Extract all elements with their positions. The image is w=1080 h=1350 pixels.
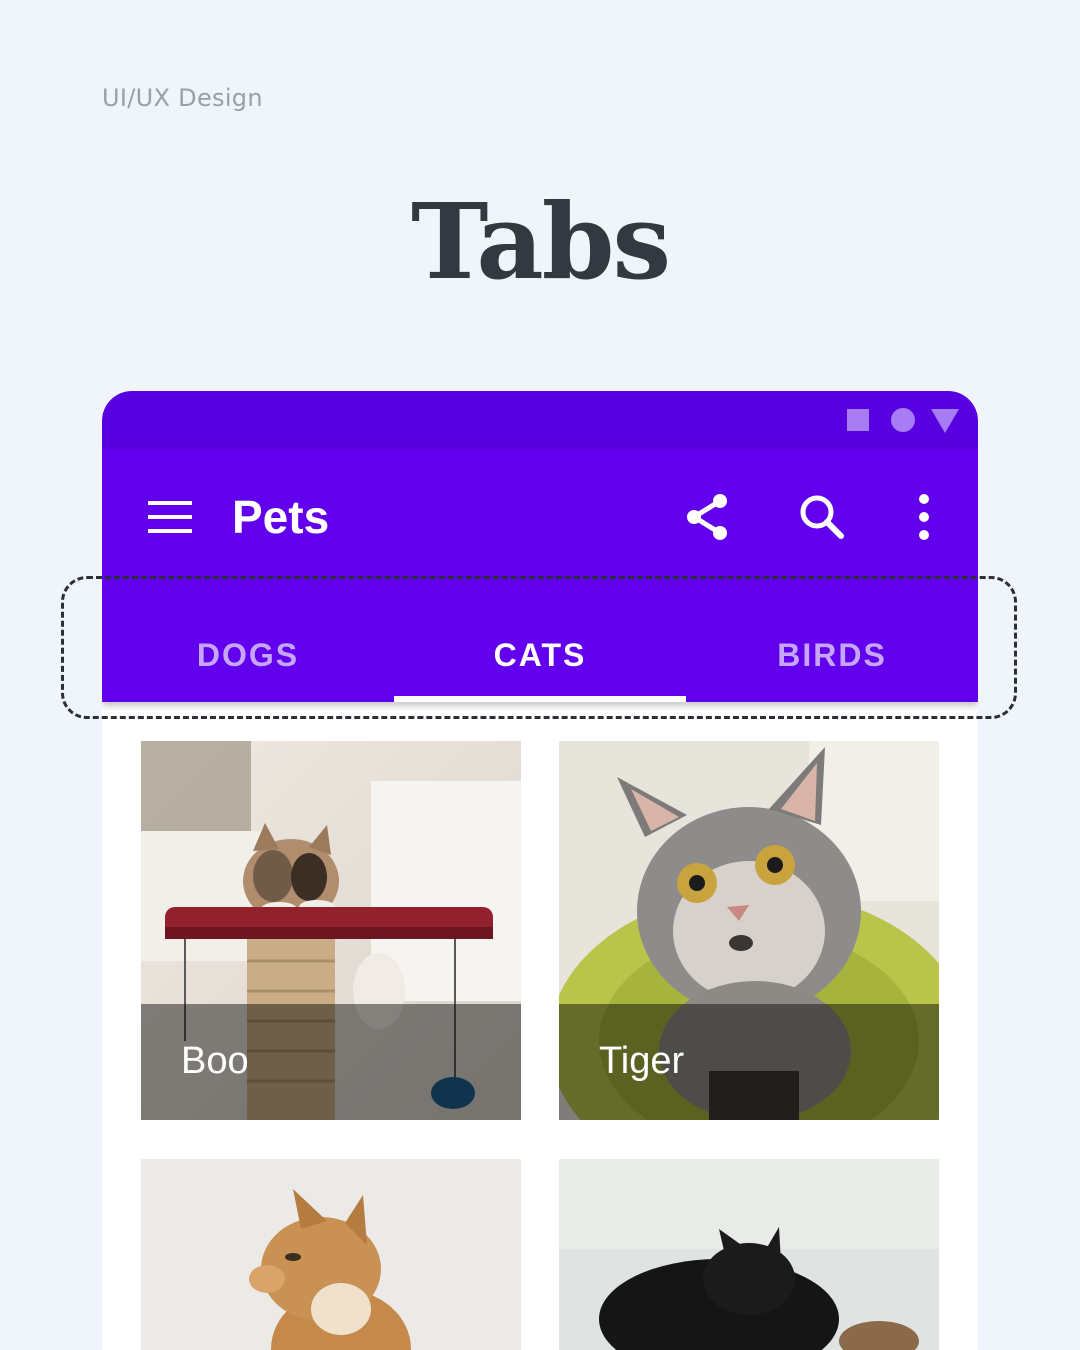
search-icon[interactable] [794,489,850,545]
card-caption: Boo [141,1004,521,1120]
square-icon [847,409,869,431]
pet-name: Boo [181,1040,249,1082]
phone-screen: Pets DOGS CATS BIRDS Boo Tiger [102,391,978,1350]
pet-card[interactable]: Boo [141,741,521,1120]
eyebrow-label: UI/UX Design [102,84,263,112]
app-title: Pets [232,491,330,543]
cat-photo [559,1159,939,1350]
status-bar [102,391,978,449]
cat-photo [141,1159,521,1350]
pet-card[interactable] [141,1159,521,1350]
tabs-highlight-frame [61,576,1017,719]
pet-name: Tiger [599,1040,685,1082]
pet-card[interactable]: Tiger [559,741,939,1120]
circle-icon [891,408,915,432]
menu-icon[interactable] [148,501,192,533]
page-title: Tabs [410,180,671,303]
card-caption: Tiger [559,1004,939,1120]
pet-card[interactable] [559,1159,939,1350]
share-icon[interactable] [680,489,736,545]
more-vert-icon[interactable] [896,489,952,545]
triangle-icon [931,409,959,433]
